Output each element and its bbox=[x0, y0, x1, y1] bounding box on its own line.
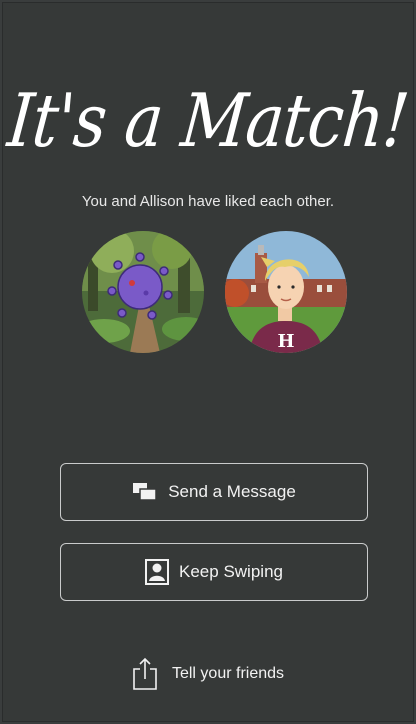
keep-swiping-button[interactable]: Keep Swiping bbox=[60, 543, 368, 601]
tell-friends-label: Tell your friends bbox=[171, 665, 285, 682]
send-message-label: Send a Message bbox=[168, 482, 296, 501]
svg-text:H: H bbox=[277, 331, 294, 352]
share-icon bbox=[132, 657, 158, 691]
chat-bubbles-icon bbox=[132, 481, 158, 503]
match-avatar: H bbox=[225, 231, 347, 353]
match-subtitle: You and Allison have liked each other. bbox=[81, 193, 335, 210]
my-avatar bbox=[82, 231, 204, 353]
match-screen: It's a Match! You and Allison have liked… bbox=[2, 2, 414, 722]
tell-friends-link[interactable]: Tell your friends bbox=[3, 657, 413, 691]
match-title: It's a Match! bbox=[4, 79, 412, 165]
keep-swiping-label: Keep Swiping bbox=[179, 562, 283, 581]
person-portrait-icon bbox=[145, 559, 170, 585]
send-message-button[interactable]: Send a Message bbox=[60, 463, 368, 521]
